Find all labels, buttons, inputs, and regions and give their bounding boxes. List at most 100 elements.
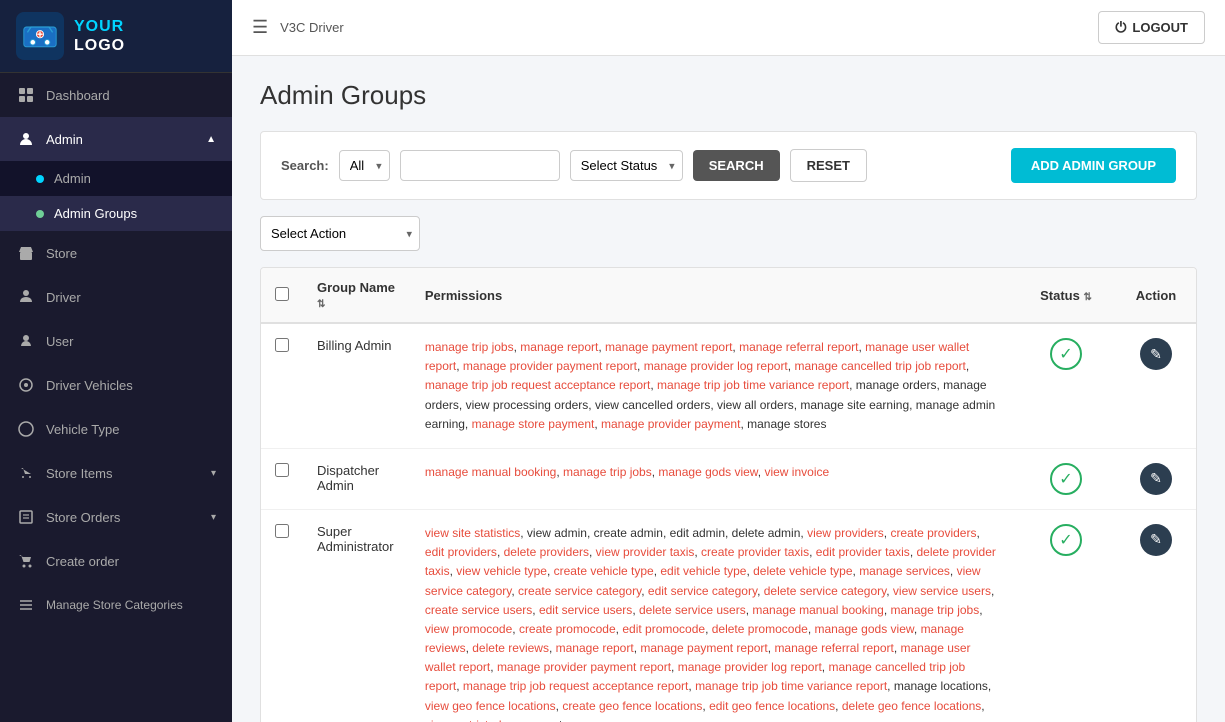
perm-link[interactable]: manage trip jobs: [425, 340, 514, 354]
select-all-checkbox[interactable]: [275, 287, 289, 301]
row-checkbox-2[interactable]: [275, 524, 289, 538]
add-admin-group-button[interactable]: ADD ADMIN GROUP: [1011, 148, 1176, 183]
perm-link[interactable]: create service users: [425, 603, 532, 617]
search-all-select[interactable]: All: [339, 150, 390, 181]
perm-link[interactable]: manage gods view: [658, 465, 757, 479]
perm-link[interactable]: manage cancelled trip job report: [794, 359, 965, 373]
perm-link[interactable]: delete reviews: [472, 641, 549, 655]
row-group-name-2: Super Administrator: [303, 509, 411, 722]
breadcrumb: V3C Driver: [280, 20, 344, 35]
perm-link[interactable]: manage provider log report: [644, 359, 788, 373]
perm-link[interactable]: create provider taxis: [701, 545, 809, 559]
perm-link[interactable]: create promocode: [519, 622, 616, 636]
search-button[interactable]: SEARCH: [693, 150, 780, 181]
row-checkbox-cell: [261, 323, 303, 448]
perm-link[interactable]: create service category: [518, 584, 641, 598]
group-name-sort-icon[interactable]: ⇅: [317, 299, 325, 310]
perm-link[interactable]: edit provider taxis: [816, 545, 910, 559]
perm-link[interactable]: view service users: [893, 584, 991, 598]
perm-link[interactable]: edit providers: [425, 545, 497, 559]
sidebar-label-create-order: Create order: [46, 554, 216, 569]
edit-button-1[interactable]: ✎: [1140, 463, 1172, 495]
perm-link[interactable]: manage manual booking: [425, 465, 556, 479]
sidebar-item-user[interactable]: User: [0, 319, 232, 363]
sidebar-item-driver[interactable]: Driver: [0, 275, 232, 319]
sidebar-item-vehicle-type[interactable]: Vehicle Type: [0, 407, 232, 451]
perm-link[interactable]: manage referral report: [739, 340, 858, 354]
perm-link[interactable]: manage trip jobs: [563, 465, 652, 479]
perm-link[interactable]: manage services: [859, 564, 950, 578]
row-checkbox-1[interactable]: [275, 463, 289, 477]
perm-link[interactable]: manage trip job request acceptance repor…: [425, 378, 650, 392]
perm-link[interactable]: view invoice: [764, 465, 829, 479]
perm-link[interactable]: manage provider log report: [678, 660, 822, 674]
perm-link[interactable]: edit vehicle type: [660, 564, 746, 578]
perm-link[interactable]: manage gods view: [814, 622, 913, 636]
perm-link[interactable]: edit promocode: [622, 622, 705, 636]
status-sort-icon[interactable]: ⇅: [1083, 292, 1091, 303]
perm-link[interactable]: create geo fence locations: [562, 699, 702, 713]
perm-link[interactable]: delete service users: [639, 603, 746, 617]
sidebar-item-store-items[interactable]: Store Items ▾: [0, 451, 232, 495]
perm-link[interactable]: view site statistics: [425, 526, 520, 540]
hamburger-icon[interactable]: ☰: [252, 17, 268, 38]
perm-link[interactable]: delete service category: [764, 584, 887, 598]
sidebar-item-manage-store-cats[interactable]: Manage Store Categories: [0, 583, 232, 627]
perm-link[interactable]: view restricted area: [425, 718, 529, 722]
sidebar-item-store-orders[interactable]: Store Orders ▾: [0, 495, 232, 539]
sidebar-item-driver-vehicles[interactable]: Driver Vehicles: [0, 363, 232, 407]
perm-link[interactable]: edit service category: [648, 584, 757, 598]
perm-link[interactable]: create providers: [890, 526, 976, 540]
sidebar-item-create-order[interactable]: Create order: [0, 539, 232, 583]
perm-link[interactable]: manage provider payment report: [463, 359, 637, 373]
action-header-label: Action: [1136, 288, 1176, 303]
perm-link[interactable]: view provider taxis: [596, 545, 695, 559]
perm-link[interactable]: create vehicle type: [554, 564, 654, 578]
perm-link[interactable]: manage trip job time variance report: [695, 679, 887, 693]
status-select[interactable]: Select Status: [570, 150, 683, 181]
perm-link[interactable]: manage trip jobs: [890, 603, 979, 617]
main-area: ☰ V3C Driver ⏻ LOGOUT Admin Groups Searc…: [232, 0, 1225, 722]
perm-link[interactable]: manage referral report: [774, 641, 893, 655]
edit-button-2[interactable]: ✎: [1140, 524, 1172, 556]
perm-link[interactable]: manage report: [520, 340, 598, 354]
perm-link[interactable]: view vehicle type: [456, 564, 547, 578]
admin-groups-table: Group Name ⇅ Permissions Status ⇅ Action: [260, 267, 1197, 722]
logout-label: LOGOUT: [1132, 20, 1188, 35]
logo-icon: [16, 12, 64, 60]
perm-link[interactable]: manage provider payment report: [497, 660, 671, 674]
perm-link[interactable]: manage manual booking: [752, 603, 883, 617]
perm-link[interactable]: edit geo fence locations: [709, 699, 835, 713]
perm-link[interactable]: edit service users: [539, 603, 632, 617]
perm-link[interactable]: manage provider payment: [601, 417, 740, 431]
perm-link[interactable]: manage report: [556, 641, 634, 655]
perm-link[interactable]: manage trip job time variance report: [657, 378, 849, 392]
reset-button[interactable]: RESET: [790, 149, 867, 182]
sidebar-item-admin[interactable]: Admin ▲: [0, 117, 232, 161]
perm-link[interactable]: delete promocode: [712, 622, 808, 636]
perm-link[interactable]: manage payment report: [640, 641, 767, 655]
perm-link[interactable]: delete vehicle type: [753, 564, 852, 578]
perm-link[interactable]: manage payment report: [605, 340, 732, 354]
sidebar-item-dashboard[interactable]: Dashboard: [0, 73, 232, 117]
sidebar-item-store[interactable]: Store: [0, 231, 232, 275]
action-select[interactable]: Select Action: [260, 216, 420, 251]
perm-link[interactable]: view promocode: [425, 622, 512, 636]
row-checkbox-0[interactable]: [275, 338, 289, 352]
perm-link[interactable]: delete geo fence locations: [842, 699, 981, 713]
perm-link[interactable]: view geo fence locations: [425, 699, 556, 713]
permissions-header-label: Permissions: [425, 288, 502, 303]
perm-link[interactable]: manage trip job request acceptance repor…: [463, 679, 688, 693]
sidebar-item-admin-groups[interactable]: Admin Groups: [0, 196, 232, 231]
perm-link[interactable]: view providers: [807, 526, 884, 540]
permissions-value: manage trip jobs, manage report, manage …: [425, 340, 995, 431]
vehicle-type-icon: [16, 419, 36, 439]
header: ☰ V3C Driver ⏻ LOGOUT: [232, 0, 1225, 56]
perm-link[interactable]: delete providers: [504, 545, 589, 559]
perm-link[interactable]: manage store payment: [472, 417, 595, 431]
sidebar-item-admin-sub[interactable]: Admin: [0, 161, 232, 196]
logout-button[interactable]: ⏻ LOGOUT: [1098, 11, 1205, 44]
store-items-icon: [16, 463, 36, 483]
edit-button-0[interactable]: ✎: [1140, 338, 1172, 370]
search-input[interactable]: [400, 150, 560, 181]
